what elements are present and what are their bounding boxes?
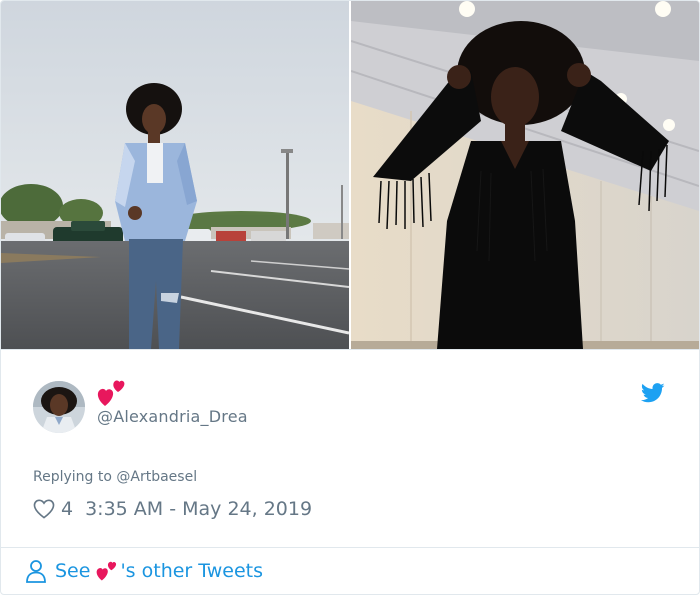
like-count: 4 (61, 498, 74, 520)
two-hearts-emoji (97, 561, 117, 581)
reply-prefix: Replying to (33, 469, 117, 485)
footer-see-label: See (55, 560, 91, 582)
media-divider (1, 349, 699, 350)
avatar[interactable] (33, 381, 85, 433)
tweet-media (1, 1, 699, 349)
twitter-bird-icon[interactable] (641, 383, 665, 403)
tweet-header: @Alexandria_Drea (33, 379, 673, 439)
reply-context: Replying to @Artbaesel (33, 469, 197, 485)
timestamp[interactable]: 3:35 AM - May 24, 2019 (85, 498, 312, 520)
reply-mention[interactable]: @Artbaesel (116, 469, 197, 485)
photo-black-dress[interactable] (351, 1, 699, 349)
user-handle[interactable]: @Alexandria_Drea (97, 407, 248, 426)
tweet-meta: 4 3:35 AM - May 24, 2019 (33, 497, 312, 521)
heart-outline-icon[interactable] (33, 499, 55, 519)
person-icon (26, 560, 46, 583)
two-hearts-emoji (97, 380, 125, 406)
footer-rest-label: 's other Tweets (120, 560, 263, 582)
footer-divider (1, 547, 699, 548)
tweet-card: @Alexandria_Drea Replying to @Artbaesel … (0, 0, 700, 595)
photo-parking-lot[interactable] (1, 1, 349, 349)
see-other-tweets-link[interactable]: See 's other Tweets (25, 557, 263, 585)
display-name[interactable] (97, 379, 127, 406)
